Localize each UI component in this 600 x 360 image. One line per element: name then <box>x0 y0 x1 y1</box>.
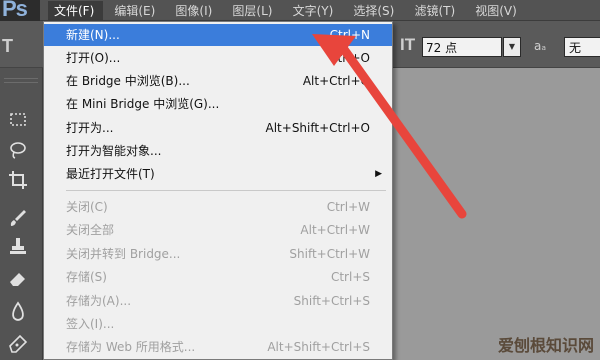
menu-item-open[interactable]: 打开(O)... Ctrl+O <box>44 47 392 69</box>
chevron-down-icon[interactable]: ▼ <box>503 37 521 57</box>
panel-grip[interactable] <box>4 78 38 83</box>
text-orientation-icon[interactable]: IT <box>400 35 415 55</box>
menu-item-save-as[interactable]: 存储为(A)... Shift+Ctrl+S <box>44 290 392 312</box>
menu-item-close[interactable]: 关闭(C) Ctrl+W <box>44 196 392 218</box>
menu-item-label: 最近打开文件(T) <box>66 167 155 181</box>
menu-item-check-in[interactable]: 签入(I)... <box>44 313 392 335</box>
menu-image[interactable]: 图像(I) <box>169 1 221 21</box>
menu-item-shortcut: Ctrl+O <box>329 51 370 65</box>
brush-tool-icon[interactable] <box>6 206 30 230</box>
tools-panel <box>0 68 43 360</box>
menu-item-browse-bridge[interactable]: 在 Bridge 中浏览(B)... Alt+Ctrl+O <box>44 70 392 92</box>
menu-item-browse-mini-bridge[interactable]: 在 Mini Bridge 中浏览(G)... <box>44 93 392 115</box>
menu-filter[interactable]: 滤镜(T) <box>408 1 464 21</box>
menu-item-shortcut: Ctrl+S <box>330 270 370 284</box>
lasso-tool-icon[interactable] <box>6 138 30 162</box>
menu-item-label: 签入(I)... <box>66 317 115 331</box>
text-tool-icon[interactable]: T <box>2 36 13 57</box>
menu-item-shortcut: Shift+Ctrl+W <box>289 247 370 261</box>
menu-item-label: 新建(N)... <box>66 28 120 42</box>
font-size-field[interactable]: 72 点 <box>422 37 502 57</box>
menu-item-label: 在 Mini Bridge 中浏览(G)... <box>66 97 220 111</box>
eraser-tool-icon[interactable] <box>6 266 30 290</box>
menu-item-close-all[interactable]: 关闭全部 Alt+Ctrl+W <box>44 219 392 241</box>
menu-items: 文件(F) 编辑(E) 图像(I) 图层(L) 文字(Y) 选择(S) 滤镜(T… <box>48 0 526 21</box>
antialias-icon: aₐ <box>534 39 547 53</box>
crop-tool-icon[interactable] <box>6 168 30 192</box>
menu-item-new[interactable]: 新建(N)... Ctrl+N <box>44 24 392 46</box>
menu-edit[interactable]: 编辑(E) <box>108 1 164 21</box>
photoshop-logo: Ps <box>0 0 40 22</box>
menu-item-save[interactable]: 存储(S) Ctrl+S <box>44 266 392 288</box>
menu-item-label: 存储为(A)... <box>66 294 132 308</box>
menu-item-shortcut: Alt+Shift+Ctrl+S <box>267 340 370 354</box>
menu-item-label: 存储(S) <box>66 270 107 284</box>
menu-item-recent-files[interactable]: 最近打开文件(T) ▶ <box>44 163 392 185</box>
menu-item-save-for-web[interactable]: 存储为 Web 所用格式... Alt+Shift+Ctrl+S <box>44 336 392 358</box>
menu-item-label: 打开为智能对象... <box>66 144 162 158</box>
menu-separator <box>66 190 386 191</box>
menu-item-shortcut: Ctrl+N <box>329 28 370 42</box>
marquee-tool-icon[interactable] <box>6 108 30 132</box>
menu-select[interactable]: 选择(S) <box>347 1 403 21</box>
stamp-tool-icon[interactable] <box>6 234 30 258</box>
menu-item-close-go-bridge[interactable]: 关闭并转到 Bridge... Shift+Ctrl+W <box>44 243 392 265</box>
menu-item-shortcut: Alt+Ctrl+W <box>300 223 370 237</box>
menu-item-label: 在 Bridge 中浏览(B)... <box>66 74 190 88</box>
menu-view[interactable]: 视图(V) <box>469 1 526 21</box>
file-menu-dropdown: 新建(N)... Ctrl+N 打开(O)... Ctrl+O 在 Bridge… <box>43 21 393 360</box>
menu-item-shortcut: Shift+Ctrl+S <box>293 294 370 308</box>
menu-item-shortcut: Ctrl+W <box>326 200 370 214</box>
menu-item-open-smart-object[interactable]: 打开为智能对象... <box>44 140 392 162</box>
antialias-select[interactable]: 无 <box>564 37 600 57</box>
watermark-text: 爱刨根知识网 <box>497 336 594 355</box>
menu-item-shortcut: Alt+Ctrl+O <box>302 74 370 88</box>
menu-file[interactable]: 文件(F) <box>48 1 104 21</box>
menu-layer[interactable]: 图层(L) <box>226 1 281 21</box>
menu-type[interactable]: 文字(Y) <box>287 1 343 21</box>
menu-item-open-as[interactable]: 打开为... Alt+Shift+Ctrl+O <box>44 117 392 139</box>
menu-item-label: 关闭全部 <box>66 223 115 237</box>
menu-item-label: 关闭(C) <box>66 200 108 214</box>
menu-item-label: 存储为 Web 所用格式... <box>66 340 196 354</box>
submenu-arrow-icon: ▶ <box>375 169 382 179</box>
menu-item-label: 打开(O)... <box>66 51 121 65</box>
menu-item-shortcut: Alt+Shift+Ctrl+O <box>265 121 370 135</box>
menu-item-label: 打开为... <box>66 121 114 135</box>
blur-tool-icon[interactable] <box>6 300 30 324</box>
pen-tool-icon[interactable] <box>6 332 30 356</box>
menu-item-label: 关闭并转到 Bridge... <box>66 247 181 261</box>
menubar: Ps 文件(F) 编辑(E) 图像(I) 图层(L) 文字(Y) 选择(S) 滤… <box>0 0 600 22</box>
